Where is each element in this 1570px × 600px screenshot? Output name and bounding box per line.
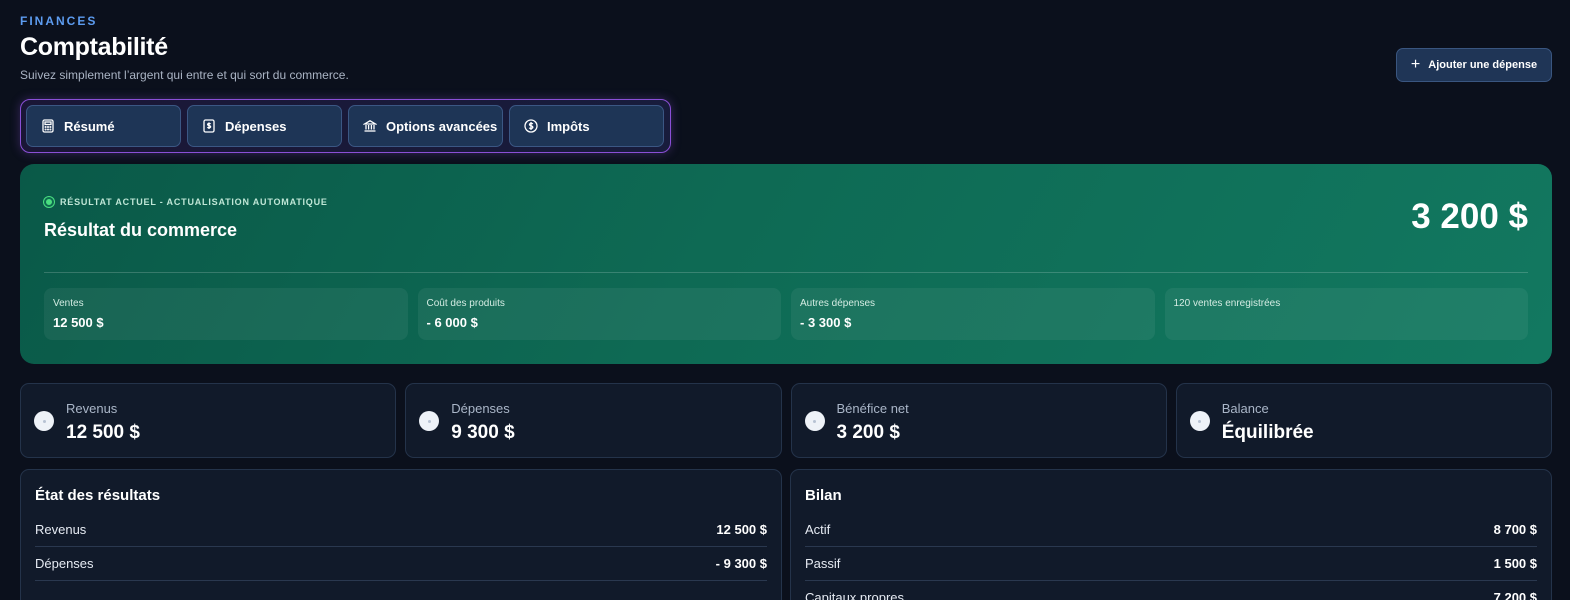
income-statement-rows: Revenus 12 500 $ Dépenses - 9 300 $ <box>35 513 767 581</box>
stat-label: Coût des produits <box>426 298 505 309</box>
result-hero-card: RÉSULTAT ACTUEL - ACTUALISATION AUTOMATI… <box>20 164 1552 364</box>
table-row: Actif 8 700 $ <box>805 513 1537 547</box>
tab-resume[interactable]: Résumé <box>26 105 181 147</box>
page-title: Comptabilité <box>20 33 168 61</box>
plus-icon: + <box>1410 56 1421 73</box>
kpi-value: 3 200 $ <box>836 422 900 443</box>
kpi-value: Équilibrée <box>1221 422 1314 443</box>
stat-value: - 6 000 $ <box>426 315 478 330</box>
table-row: Dépenses - 9 300 $ <box>35 547 767 581</box>
status-dot-icon <box>44 197 54 207</box>
tab-label: Impôts <box>547 118 590 134</box>
kpi-circle-icon <box>419 411 440 431</box>
row-label: Revenus <box>35 522 87 537</box>
table-row: Capitaux propres 7 200 $ <box>805 581 1537 600</box>
tab-depenses[interactable]: Dépenses <box>187 105 342 147</box>
hero-stats: Ventes 12 500 $ Coût des produits - 6 00… <box>44 288 1528 340</box>
tab-impots[interactable]: Impôts <box>509 105 664 147</box>
live-badge: RÉSULTAT ACTUEL - ACTUALISATION AUTOMATI… <box>44 197 328 207</box>
tab-label: Dépenses <box>225 118 287 134</box>
balance-sheet-panel: Bilan Actif 8 700 $ Passif 1 500 $ Capit… <box>790 469 1552 600</box>
kpi-circle-icon <box>1189 411 1210 431</box>
kpi-card-revenus: Revenus 12 500 $ <box>20 383 397 458</box>
stat-label: Autres dépenses <box>800 298 876 309</box>
page-header: FINANCES Comptabilité Suivez simplement … <box>20 14 349 82</box>
kpi-label: Bénéfice net <box>836 401 909 416</box>
panel-title: Bilan <box>805 487 842 504</box>
stat-label: Ventes <box>53 298 84 309</box>
row-value: 12 500 $ <box>716 522 767 537</box>
add-expense-label: Ajouter une dépense <box>1428 59 1538 71</box>
table-row: Passif 1 500 $ <box>805 547 1537 581</box>
row-value: 7 200 $ <box>1493 590 1537 600</box>
row-label: Passif <box>805 556 841 571</box>
table-row: Revenus 12 500 $ <box>35 513 767 547</box>
tab-label: Résumé <box>64 118 115 134</box>
income-statement-panel: État des résultats Revenus 12 500 $ Dépe… <box>20 469 782 600</box>
hero-badge-label: RÉSULTAT ACTUEL - ACTUALISATION AUTOMATI… <box>60 197 328 207</box>
kpi-card-depenses: Dépenses 9 300 $ <box>405 383 782 458</box>
section-eyebrow: FINANCES <box>20 14 98 28</box>
kpi-value: 9 300 $ <box>451 422 515 443</box>
stat-ventes: Ventes 12 500 $ <box>44 288 408 340</box>
kpi-card-balance: Balance Équilibrée <box>1175 383 1552 458</box>
kpi-row: Revenus 12 500 $ Dépenses 9 300 $ Bénéfi… <box>20 383 1552 458</box>
calculator-icon <box>42 119 54 133</box>
row-label: Actif <box>805 522 831 537</box>
row-value: - 9 300 $ <box>715 556 767 571</box>
tab-options-avancees[interactable]: Options avancées <box>348 105 503 147</box>
balance-sheet-rows: Actif 8 700 $ Passif 1 500 $ Capitaux pr… <box>805 513 1537 600</box>
stat-value: - 3 300 $ <box>800 315 852 330</box>
panel-title: État des résultats <box>35 487 161 504</box>
kpi-circle-icon <box>804 411 825 431</box>
kpi-card-benefice-net: Bénéfice net 3 200 $ <box>790 383 1167 458</box>
page-subtitle: Suivez simplement l’argent qui entre et … <box>20 68 349 82</box>
stat-label: 120 ventes enregistrées <box>1173 298 1281 309</box>
row-value: 8 700 $ <box>1493 522 1537 537</box>
dollar-circle-icon <box>524 119 538 133</box>
stat-value: 12 500 $ <box>53 315 104 330</box>
tab-label: Options avancées <box>386 118 498 134</box>
row-value: 1 500 $ <box>1493 556 1537 571</box>
stat-autres-depenses: Autres dépenses - 3 300 $ <box>791 288 1155 340</box>
stat-cout-produits: Coût des produits - 6 000 $ <box>417 288 781 340</box>
bank-icon <box>363 120 377 132</box>
divider <box>44 272 1528 273</box>
kpi-label: Revenus <box>66 401 118 416</box>
hero-title: Résultat du commerce <box>44 220 238 240</box>
row-label: Dépenses <box>35 556 94 571</box>
kpi-value: 12 500 $ <box>66 422 140 443</box>
kpi-circle-icon <box>34 411 54 431</box>
stat-ventes-enregistrees: 120 ventes enregistrées <box>1164 288 1528 340</box>
kpi-label: Balance <box>1221 401 1269 416</box>
hero-amount: 3 200 $ <box>1411 197 1528 236</box>
add-expense-button[interactable]: + Ajouter une dépense <box>1396 48 1552 82</box>
receipt-dollar-icon <box>203 119 215 133</box>
tab-bar: Résumé Dépenses Options avancées Impôts <box>20 99 671 153</box>
row-label: Capitaux propres <box>805 590 904 600</box>
kpi-label: Dépenses <box>451 401 510 416</box>
